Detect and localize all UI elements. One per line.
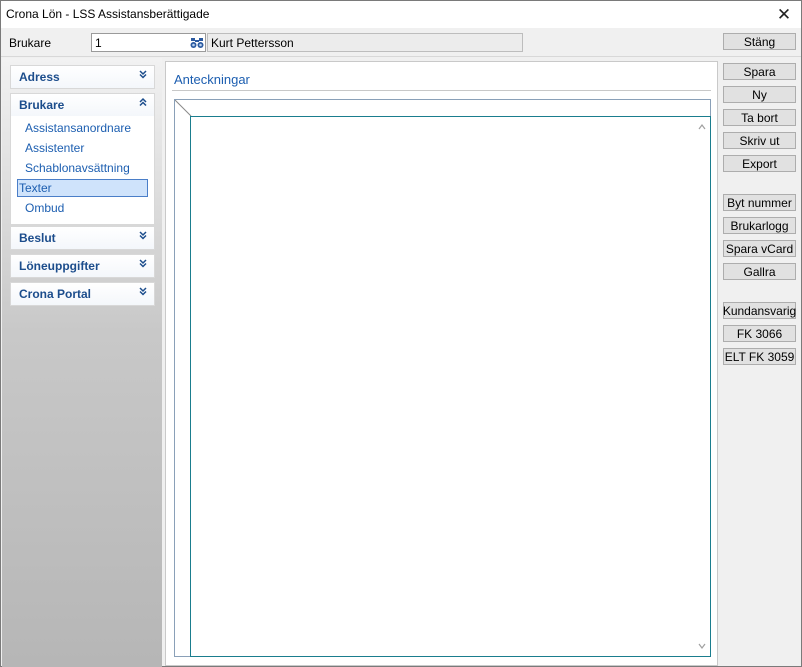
new-button[interactable]: Ny bbox=[723, 86, 796, 103]
sidebar-item-ombud[interactable]: Ombud bbox=[17, 198, 148, 218]
chevron-down-icon[interactable] bbox=[138, 286, 148, 299]
sidebar-item-texter[interactable]: Texter bbox=[17, 179, 148, 197]
purge-button[interactable]: Gallra bbox=[723, 263, 796, 280]
elt-fk-3059-button[interactable]: ELT FK 3059 bbox=[723, 348, 796, 365]
chevron-down-icon[interactable] bbox=[138, 258, 148, 271]
divider bbox=[172, 90, 711, 91]
print-button[interactable]: Skriv ut bbox=[723, 132, 796, 149]
save-vcard-button[interactable]: Spara vCard bbox=[723, 240, 796, 257]
binoculars-icon[interactable] bbox=[189, 34, 205, 51]
save-button[interactable]: Spara bbox=[723, 63, 796, 80]
close-icon[interactable]: ✕ bbox=[767, 1, 801, 28]
sidebar-group-crona-portal: Crona Portal bbox=[10, 282, 155, 306]
sidebar-group-beslut: Beslut bbox=[10, 226, 155, 250]
sidebar-group-title: Beslut bbox=[19, 231, 56, 245]
sidebar-item-assistenter[interactable]: Assistenter bbox=[17, 138, 148, 158]
sidebar-item-schablonavsattning[interactable]: Schablonavsättning bbox=[17, 158, 148, 178]
user-bar: Brukare Kurt Pettersson Stäng bbox=[1, 28, 801, 57]
change-number-button[interactable]: Byt nummer bbox=[723, 194, 796, 211]
chevron-down-icon[interactable] bbox=[138, 230, 148, 243]
sidebar-group-title: Löneuppgifter bbox=[19, 259, 100, 273]
export-button[interactable]: Export bbox=[723, 155, 796, 172]
page-title: Anteckningar bbox=[174, 72, 250, 87]
close-button[interactable]: Stäng bbox=[723, 33, 796, 50]
notes-editor-frame bbox=[174, 99, 711, 657]
sidebar-group-header-beslut[interactable]: Beslut bbox=[11, 227, 154, 249]
notes-textarea[interactable] bbox=[190, 116, 711, 657]
sidebar-group-brukare: Brukare Assistansanordnare Assistenter S… bbox=[10, 93, 155, 225]
customer-manager-button[interactable]: Kundansvarig bbox=[723, 302, 796, 319]
sidebar: Adress Brukare Assistansanordnare Assist… bbox=[2, 58, 162, 667]
brukare-name-field: Kurt Pettersson bbox=[207, 33, 523, 52]
title-bar: Crona Lön - LSS Assistansberättigade ✕ bbox=[1, 1, 801, 28]
sidebar-group-title: Crona Portal bbox=[19, 287, 92, 301]
content-panel: Anteckningar bbox=[165, 61, 718, 666]
fk-3066-button[interactable]: FK 3066 bbox=[723, 325, 796, 342]
sidebar-group-header-loneuppgifter[interactable]: Löneuppgifter bbox=[11, 255, 154, 277]
brukare-label: Brukare bbox=[9, 36, 52, 50]
sidebar-group-title: Adress bbox=[19, 70, 60, 84]
chevron-down-icon[interactable] bbox=[138, 69, 148, 82]
sidebar-group-title: Brukare bbox=[19, 98, 65, 112]
sidebar-group-header-adress[interactable]: Adress bbox=[11, 66, 154, 88]
sidebar-item-assistansanordnare[interactable]: Assistansanordnare bbox=[17, 118, 148, 138]
sidebar-group-header-crona-portal[interactable]: Crona Portal bbox=[11, 283, 154, 305]
sidebar-group-adress: Adress bbox=[10, 65, 155, 89]
window-title: Crona Lön - LSS Assistansberättigade bbox=[6, 7, 210, 21]
sidebar-group-loneuppgifter: Löneuppgifter bbox=[10, 254, 155, 278]
app-window: Crona Lön - LSS Assistansberättigade ✕ B… bbox=[0, 0, 802, 667]
chevron-up-icon[interactable] bbox=[138, 97, 148, 110]
delete-button[interactable]: Ta bort bbox=[723, 109, 796, 126]
user-log-button[interactable]: Brukarlogg bbox=[723, 217, 796, 234]
sidebar-group-header-brukare[interactable]: Brukare bbox=[11, 94, 154, 116]
